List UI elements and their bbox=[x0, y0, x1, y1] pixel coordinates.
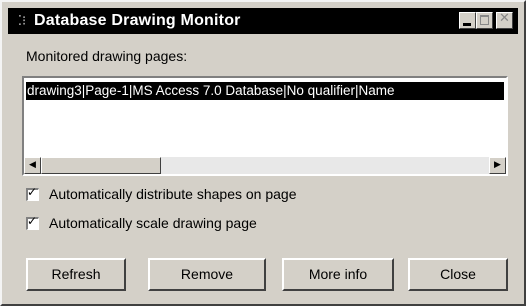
remove-button[interactable]: Remove bbox=[148, 258, 266, 291]
scale-page-option[interactable]: ✓ Automatically scale drawing page bbox=[26, 213, 257, 231]
refresh-button[interactable]: Refresh bbox=[26, 258, 126, 291]
scale-page-checkbox[interactable]: ✓ bbox=[26, 213, 39, 230]
scroll-left-button[interactable]: ◀ bbox=[24, 157, 41, 174]
close-icon: ✕ bbox=[499, 11, 510, 26]
checkmark-icon: ✓ bbox=[27, 184, 38, 199]
scroll-right-button[interactable]: ▶ bbox=[489, 157, 506, 174]
distribute-shapes-checkbox[interactable]: ✓ bbox=[26, 184, 39, 201]
arrow-left-icon: ◀ bbox=[29, 160, 36, 170]
title-close-button[interactable]: ✕ bbox=[496, 11, 513, 29]
monitored-pages-listbox[interactable]: drawing3|Page-1|MS Access 7.0 Database|N… bbox=[22, 76, 508, 176]
list-item[interactable]: drawing3|Page-1|MS Access 7.0 Database|N… bbox=[26, 82, 504, 100]
app-icon[interactable]: ⁚⁝ bbox=[10, 14, 34, 29]
distribute-shapes-option[interactable]: ✓ Automatically distribute shapes on pag… bbox=[26, 184, 296, 202]
title-bar[interactable]: ⁚⁝ Database Drawing Monitor ✕ bbox=[8, 8, 518, 34]
scroll-thumb[interactable] bbox=[41, 157, 161, 174]
window-title: Database Drawing Monitor bbox=[34, 12, 241, 29]
more-info-button[interactable]: More info bbox=[282, 258, 394, 291]
horizontal-scrollbar[interactable]: ◀ ▶ bbox=[24, 157, 506, 174]
minimize-button[interactable] bbox=[459, 12, 476, 29]
dialog-window: ⁚⁝ Database Drawing Monitor ✕ Monitored … bbox=[0, 0, 526, 306]
checkmark-icon: ✓ bbox=[27, 213, 38, 228]
arrow-right-icon: ▶ bbox=[494, 160, 501, 170]
scale-page-label[interactable]: Automatically scale drawing page bbox=[49, 215, 257, 231]
maximize-button[interactable] bbox=[476, 12, 493, 29]
close-button[interactable]: Close bbox=[408, 258, 508, 291]
distribute-shapes-label[interactable]: Automatically distribute shapes on page bbox=[49, 186, 296, 202]
monitored-pages-label: Monitored drawing pages: bbox=[26, 48, 188, 64]
